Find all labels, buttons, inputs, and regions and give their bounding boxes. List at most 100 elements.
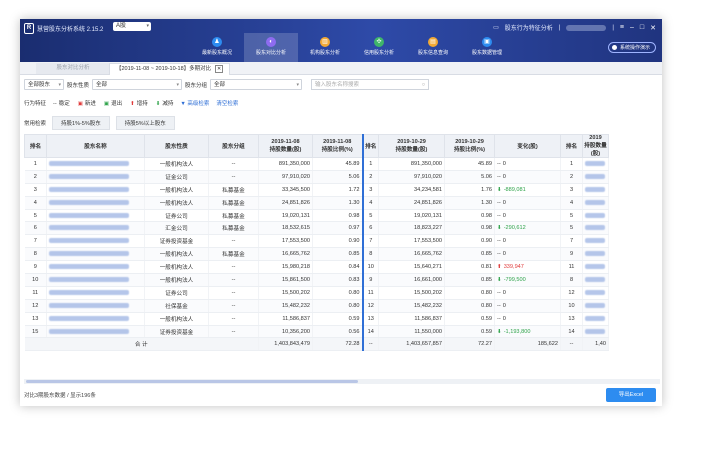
- shares-cell: 97,910,020: [378, 170, 445, 184]
- nature-cell: 一般机构法人: [144, 196, 209, 210]
- quick-search-label: 常用检索: [24, 121, 47, 127]
- blurred-name[interactable]: [49, 173, 129, 179]
- close-icon[interactable]: ✕: [215, 65, 224, 73]
- table-row[interactable]: 5 证券公司 私募基金 19,020,131 0.98 5 19,020,131 0.98 --…: [24, 209, 609, 223]
- col-nature[interactable]: 股东性质: [144, 134, 209, 158]
- legend-text: 增持: [136, 101, 148, 107]
- table-row[interactable]: 10 一般机构法人 -- 15,861,500 0.83 9 16,661,000 0.85 ⬇…: [24, 273, 609, 287]
- shares-cell: 891,350,000: [258, 157, 313, 171]
- shares-cell: [582, 157, 609, 171]
- blurred-name[interactable]: [49, 289, 129, 295]
- search-input[interactable]: 输入股东名称搜索 ○: [311, 79, 430, 90]
- guide-button[interactable]: 系统操作演示: [607, 42, 656, 53]
- blurred-name[interactable]: [49, 264, 129, 270]
- nature-select[interactable]: 全部 ▾: [92, 79, 183, 90]
- group-select[interactable]: 全部 ▾: [210, 79, 303, 90]
- table-row[interactable]: 13 一般机构法人 -- 11,586,837 0.59 13 11,586,837 0.59…: [24, 312, 609, 326]
- blurred-name[interactable]: [49, 199, 129, 205]
- behavior-analysis-link[interactable]: 股东行为特征分析: [505, 23, 553, 32]
- maximize-button[interactable]: □: [640, 24, 644, 31]
- advanced-search-label: 高级检索: [187, 101, 210, 107]
- shareholder-type-select[interactable]: 全部股东 ▾: [24, 79, 64, 90]
- col-shares-2[interactable]: 2019-10-29 持股数量(股): [378, 134, 445, 158]
- user-name[interactable]: [566, 24, 607, 31]
- nav-item-4[interactable]: ▤ 股东信息查询: [406, 33, 460, 62]
- table-row[interactable]: 6 汇金公司 私募基金 18,532,615 0.97 6 18,823,227 0.98 ⬇ -…: [24, 221, 609, 236]
- total-ratio: 72.28: [312, 337, 363, 352]
- table-row[interactable]: 4 一般机构法人 私募基金 24,851,826 1.30 4 24,851,826 1.30…: [24, 196, 609, 210]
- name-cell: [46, 325, 145, 339]
- nav-item-2[interactable]: ▥ 机构股东分析: [298, 33, 352, 62]
- blurred-name[interactable]: [49, 302, 129, 308]
- col-shares-3[interactable]: 2019 持股数量(股): [582, 134, 609, 158]
- advanced-search-link[interactable]: ▼ 高级检索: [180, 99, 209, 107]
- blurred-name[interactable]: [49, 251, 129, 257]
- blurred-name[interactable]: [49, 276, 129, 282]
- blurred-name[interactable]: [49, 160, 129, 166]
- table-row[interactable]: 2 证金公司 -- 97,910,020 5.06 2 97,910,020 5.06 -- 0 2: [24, 170, 609, 184]
- change-cell: ⬇ -799,500: [494, 273, 561, 287]
- nav-item-1[interactable]: ◐ 股东对比分析: [244, 33, 298, 62]
- scrollbar-thumb[interactable]: [26, 380, 358, 383]
- table-row[interactable]: 12 社保基金 -- 15,482,232 0.80 12 15,482,232 0.80 --…: [24, 299, 609, 313]
- table-row[interactable]: 7 证券投资基金 -- 17,553,500 0.90 7 17,553,500 0.90 --…: [24, 234, 609, 249]
- col-rank-2[interactable]: 排名: [361, 134, 379, 158]
- blurred-name[interactable]: [49, 186, 129, 192]
- change-indicator-icon: --: [497, 212, 501, 219]
- shares-cell: [582, 234, 609, 249]
- change-cell: -- 0: [494, 157, 561, 171]
- blurred-name[interactable]: [49, 238, 129, 244]
- nav-item-0[interactable]: ♟ 最新股东概况: [190, 33, 244, 62]
- col-ratio-2[interactable]: 2019-10-29 持股比例(%): [444, 134, 495, 158]
- col-shares-1[interactable]: 2019-11-08 持股数量(股): [258, 134, 313, 158]
- change-value: 0: [502, 238, 506, 245]
- col-ratio-1[interactable]: 2019-11-08 持股比例(%): [312, 134, 363, 158]
- rank-cell: 1: [24, 157, 47, 171]
- col-change[interactable]: 变化(股): [494, 134, 561, 158]
- blurred-name[interactable]: [49, 328, 129, 334]
- institution-icon: ▥: [320, 37, 330, 47]
- clear-search-link[interactable]: 清空检索: [216, 99, 238, 107]
- table-row[interactable]: 15 证券投资基金 -- 10,356,200 0.56 14 11,550,000 0.59…: [24, 325, 609, 339]
- shares-cell: 11,586,837: [378, 312, 445, 326]
- horizontal-scrollbar[interactable]: [24, 379, 660, 384]
- shares-cell: 15,980,218: [258, 260, 313, 275]
- export-excel-button[interactable]: 导出Excel: [606, 388, 656, 402]
- blurred-name[interactable]: [49, 315, 129, 321]
- rank-cell: 11: [24, 286, 47, 300]
- comparison-table: 排名 股东名称 股东性质 股东分组 2019-11-08 持股数量(股) 2019…: [24, 134, 609, 352]
- ratio-cell: 1.30: [312, 196, 363, 210]
- change-indicator-icon: --: [497, 315, 501, 322]
- tab-shareholder-compare[interactable]: 股东对比分析: [36, 63, 110, 74]
- table-row[interactable]: 11 证券公司 -- 15,500,202 0.80 11 15,500,202 0.80 --…: [24, 286, 609, 300]
- truncated-value: [585, 264, 605, 270]
- table-row[interactable]: 1 一般机构法人 -- 891,350,000 45.89 1 891,350,000 45.…: [24, 157, 609, 171]
- blurred-name[interactable]: [49, 225, 129, 231]
- col-group[interactable]: 股东分组: [208, 134, 259, 158]
- truncated-value: [585, 315, 605, 321]
- col-rank-3[interactable]: 排名: [560, 134, 583, 158]
- shares-cell: 34,234,581: [378, 183, 445, 197]
- quick-1-5-button[interactable]: 持股1%-5%股东: [52, 116, 110, 130]
- quick-5-plus-button[interactable]: 持股5%以上股东: [115, 116, 175, 130]
- minimize-button[interactable]: –: [630, 24, 634, 31]
- table-row[interactable]: 8 一般机构法人 私募基金 16,665,762 0.85 8 16,665,762 0.85…: [24, 247, 609, 262]
- truncated-value: [585, 199, 605, 205]
- col-rank[interactable]: 排名: [24, 134, 47, 158]
- legend-text: 新进: [84, 101, 96, 107]
- name-cell: [46, 286, 145, 300]
- nav-item-5[interactable]: ▣ 股东数据管理: [460, 33, 514, 62]
- blurred-name[interactable]: [49, 212, 129, 218]
- rank-cell: 5: [24, 209, 47, 223]
- market-select[interactable]: A股 ▾: [113, 22, 151, 31]
- table-row[interactable]: 9 一般机构法人 -- 15,980,218 0.84 10 15,640,271 0.81 ⬆…: [24, 260, 609, 275]
- close-button[interactable]: ✕: [650, 24, 656, 32]
- table-row[interactable]: 3 一般机构法人 私募基金 33,345,500 1.72 3 34,234,581 1.76…: [24, 183, 609, 197]
- ratio-cell: 0.98: [444, 209, 495, 223]
- col-shares-label: 持股数量(股): [584, 143, 607, 157]
- menu-icon[interactable]: ≡: [620, 24, 624, 31]
- col-name[interactable]: 股东名称: [46, 134, 145, 158]
- nav-item-3[interactable]: ✣ 信用股东分析: [352, 33, 406, 62]
- tab-multi-period[interactable]: 【2019-11-08 ~ 2019-10-18】多期对比 ✕: [109, 63, 231, 75]
- funnel-icon: ▼: [180, 101, 186, 107]
